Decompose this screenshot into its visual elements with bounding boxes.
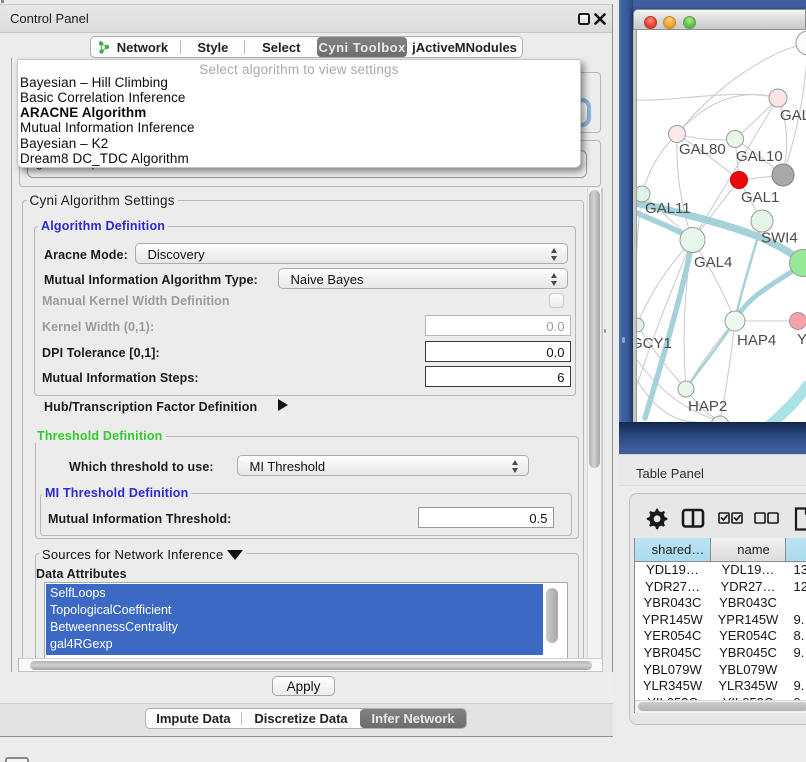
svg-text:SWI4: SWI4 <box>761 230 798 247</box>
svg-text:HAP4: HAP4 <box>737 332 776 349</box>
svg-text:HAP2: HAP2 <box>688 398 727 415</box>
svg-text:GAL1: GAL1 <box>741 189 779 206</box>
svg-text:GAL11: GAL11 <box>645 200 691 217</box>
svg-text:GAL2: GAL2 <box>780 107 806 124</box>
svg-text:GCY1: GCY1 <box>637 335 672 352</box>
svg-text:GAL80: GAL80 <box>679 141 726 158</box>
svg-text:GAL10: GAL10 <box>736 148 783 165</box>
svg-text:GAL4: GAL4 <box>694 254 732 271</box>
svg-text:Y: Y <box>797 331 806 348</box>
